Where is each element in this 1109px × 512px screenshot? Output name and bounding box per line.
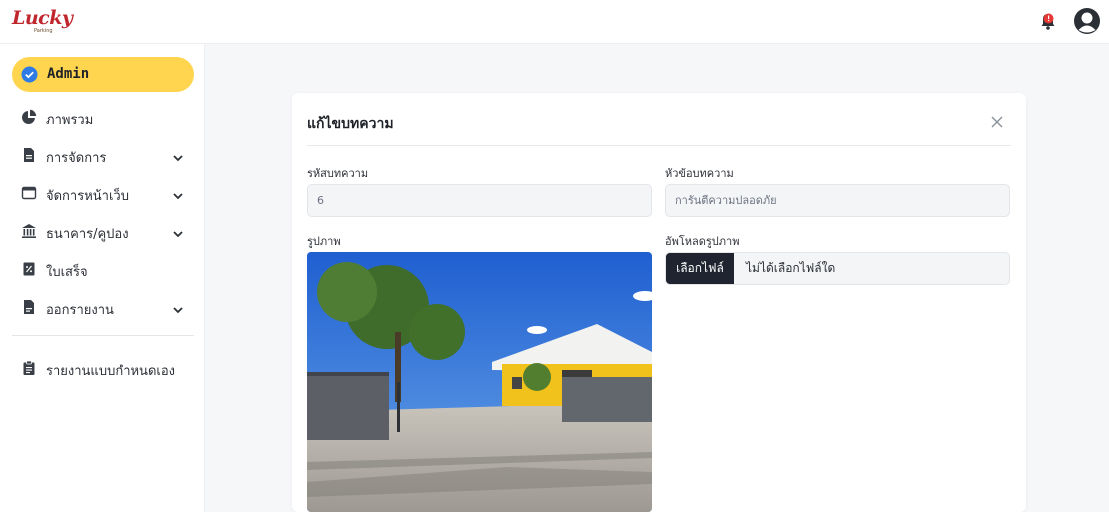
article-id-field[interactable]: 6 bbox=[307, 184, 652, 217]
pie-chart-icon bbox=[21, 109, 37, 125]
sidebar-item-label: การจัดการ bbox=[46, 151, 107, 166]
chevron-down-icon bbox=[172, 301, 184, 314]
sidebar-item-label: ธนาคาร/คูปอง bbox=[46, 227, 129, 242]
sidebar-item-overview[interactable]: ภาพรวม bbox=[0, 103, 205, 131]
sidebar-divider bbox=[12, 335, 194, 336]
chevron-down-icon bbox=[172, 187, 184, 200]
verified-check-icon bbox=[21, 66, 38, 83]
sidebar-item-management[interactable]: การจัดการ bbox=[0, 141, 205, 169]
user-avatar-icon[interactable] bbox=[1073, 7, 1101, 35]
document-icon bbox=[21, 147, 37, 163]
report-file-icon bbox=[21, 299, 37, 315]
edit-article-card: แก้ไขบทความ รหัสบทความ 6 หัวข้อบทความ กา… bbox=[292, 93, 1026, 512]
file-upload-input[interactable]: เลือกไฟล์ ไม่ได้เลือกไฟล์ใด bbox=[665, 252, 1010, 285]
topic-label: หัวข้อบทความ bbox=[665, 167, 734, 180]
browser-window-icon bbox=[21, 185, 37, 201]
image-label: รูปภาพ bbox=[307, 235, 341, 248]
close-icon[interactable] bbox=[990, 114, 1004, 128]
file-status-text: ไม่ได้เลือกไฟล์ใด bbox=[746, 261, 836, 275]
sidebar-item-label: รายงานแบบกำหนดเอง bbox=[46, 364, 175, 379]
sidebar: Admin ภาพรวม การจัดการ จัดการหน้าเว็บ ธน… bbox=[0, 44, 205, 512]
card-title: แก้ไขบทความ bbox=[307, 116, 394, 132]
clipboard-icon bbox=[21, 360, 37, 376]
article-id-label: รหัสบทความ bbox=[307, 167, 369, 180]
sidebar-item-webpages[interactable]: จัดการหน้าเว็บ bbox=[0, 179, 205, 207]
card-divider bbox=[307, 145, 1011, 146]
app-logo[interactable]: Lucky Parking bbox=[12, 7, 73, 37]
chevron-down-icon bbox=[172, 225, 184, 238]
top-bar: Lucky Parking bbox=[0, 0, 1109, 44]
logo-text: Lucky bbox=[12, 7, 73, 29]
choose-file-button[interactable]: เลือกไฟล์ bbox=[666, 253, 734, 284]
upload-label: อัพโหลดรูปภาพ bbox=[665, 235, 740, 248]
sidebar-item-label: ใบเสร็จ bbox=[46, 265, 88, 280]
sidebar-item-reports[interactable]: ออกรายงาน bbox=[0, 293, 205, 321]
sidebar-item-label: ออกรายงาน bbox=[46, 303, 114, 318]
bank-icon bbox=[21, 223, 37, 239]
article-image bbox=[307, 252, 652, 512]
sidebar-item-label: จัดการหน้าเว็บ bbox=[46, 189, 129, 204]
sidebar-item-admin[interactable]: Admin bbox=[12, 57, 194, 92]
chevron-down-icon bbox=[172, 149, 184, 162]
topic-field[interactable]: การันตีความปลอดภัย bbox=[665, 184, 1010, 217]
sidebar-item-label: Admin bbox=[47, 66, 90, 82]
bell-icon[interactable] bbox=[1037, 9, 1059, 31]
receipt-icon bbox=[21, 261, 37, 277]
sidebar-item-receipts[interactable]: ใบเสร็จ bbox=[0, 255, 205, 283]
sidebar-item-custom-reports[interactable]: รายงานแบบกำหนดเอง bbox=[0, 354, 205, 382]
logo-subtext: Parking bbox=[34, 28, 53, 34]
sidebar-item-label: ภาพรวม bbox=[46, 113, 94, 128]
sidebar-item-bank-coupon[interactable]: ธนาคาร/คูปอง bbox=[0, 217, 205, 245]
